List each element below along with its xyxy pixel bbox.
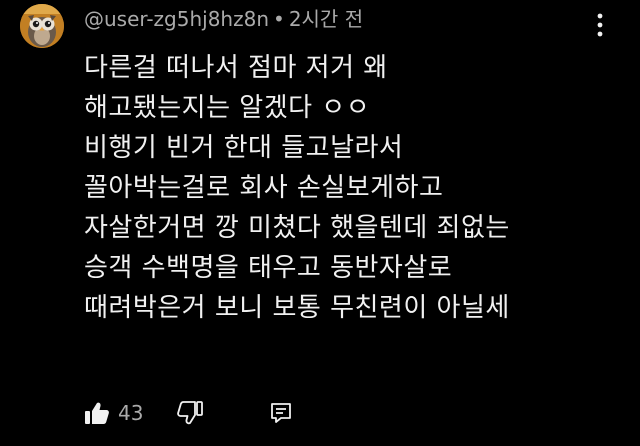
more-vert-icon <box>597 13 603 37</box>
comment-line: 다른걸 떠나서 점마 저거 왜 <box>84 53 388 83</box>
more-actions-button[interactable] <box>586 8 614 42</box>
comment-line: 자살한거면 깡 미쳤다 했을텐데 죄없는 <box>84 213 510 243</box>
reply-icon <box>271 403 292 423</box>
thumb-up-icon <box>85 402 109 424</box>
comment-body: 다른걸 떠나서 점마 저거 왜 해고됐는지는 알겠다 ㅇㅇ 비행기 빈거 한대 … <box>84 48 624 328</box>
comment-thread-item: @user-zg5hj8hz8n • 2시간 전 다른걸 떠나서 점마 저거 왜… <box>0 0 640 446</box>
comment-actions: 43 <box>84 396 293 430</box>
owl-avatar-icon <box>20 4 64 48</box>
like-button[interactable]: 43 <box>84 401 143 425</box>
timestamp[interactable]: 2시간 전 <box>289 6 363 32</box>
separator-dot: • <box>273 7 285 31</box>
reply-button[interactable] <box>269 401 293 425</box>
thumb-down-icon <box>177 401 204 425</box>
comment-line: 때려박은거 보니 보통 무친련이 아닐세 <box>84 293 510 323</box>
comment-header: @user-zg5hj8hz8n • 2시간 전 <box>84 6 363 32</box>
comment-line: 비행기 빈거 한대 들고날라서 <box>84 133 404 163</box>
author-name[interactable]: @user-zg5hj8hz8n <box>84 6 269 32</box>
like-count: 43 <box>118 401 144 425</box>
comment-line: 해고됐는지는 알겠다 ㅇㅇ <box>84 93 371 123</box>
dislike-button[interactable] <box>177 401 204 425</box>
avatar[interactable] <box>20 4 64 48</box>
comment-line: 꼴아박는걸로 회사 손실보게하고 <box>84 173 444 203</box>
comment-line: 승객 수백명을 태우고 동반자살로 <box>84 253 453 283</box>
